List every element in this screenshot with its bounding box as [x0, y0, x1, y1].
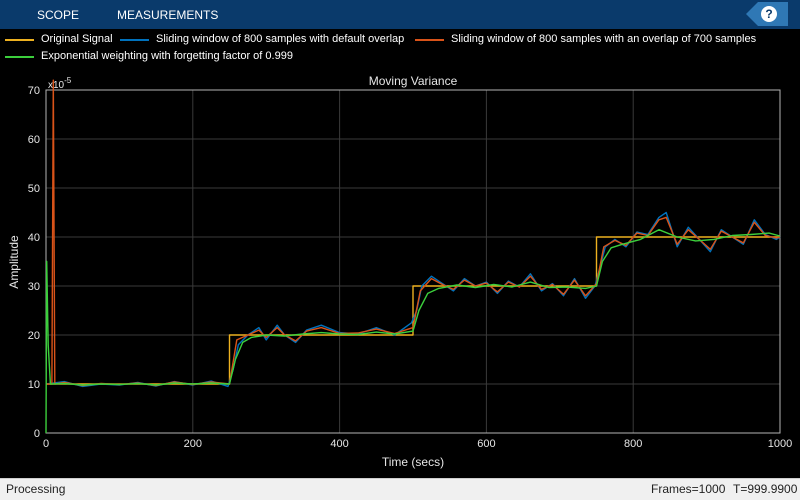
x-tick-label: 800 [624, 438, 642, 450]
exponent-label: x10-5 [48, 76, 72, 91]
plot-area[interactable]: Moving Variance x10-5 Time (secs) Amplit… [0, 67, 800, 477]
legend-label: Exponential weighting with forgetting fa… [41, 50, 293, 62]
legend-swatch [5, 56, 34, 58]
x-tick-label: 0 [43, 438, 49, 450]
y-tick-label: 0 [34, 428, 40, 440]
status-text: Processing [6, 482, 66, 496]
tab-measurements[interactable]: MEASUREMENTS [117, 0, 218, 29]
legend-label: Original Signal [41, 33, 113, 45]
x-axis-label: Time (secs) [382, 455, 444, 469]
toolstrip: SCOPE MEASUREMENTS ? [0, 0, 800, 29]
tab-scope[interactable]: SCOPE [37, 0, 79, 29]
y-tick-label: 70 [28, 85, 40, 97]
legend-swatch [120, 39, 149, 41]
x-tick-label: 200 [184, 438, 202, 450]
legend-label: Sliding window of 800 samples with an ov… [451, 33, 757, 45]
simulation-time: T=999.9900 [733, 482, 798, 496]
chart-title: Moving Variance [369, 74, 458, 88]
x-tick-label: 1000 [768, 438, 792, 450]
scope-window: SCOPE MEASUREMENTS ? Original Signal Sli… [0, 0, 800, 500]
y-tick-label: 20 [28, 330, 40, 342]
legend-label: Sliding window of 800 samples with defau… [156, 33, 405, 45]
frames-count: Frames=1000 [651, 482, 726, 496]
x-tick-label: 600 [477, 438, 495, 450]
y-tick-label: 50 [28, 183, 40, 195]
exponent-base: x10 [48, 80, 65, 91]
legend: Original Signal Sliding window of 800 sa… [0, 29, 800, 67]
axes-background [46, 90, 780, 433]
y-tick-label: 40 [28, 232, 40, 244]
x-tick-label: 400 [330, 438, 348, 450]
legend-swatch [5, 39, 34, 41]
help-icon[interactable]: ? [761, 6, 777, 22]
y-tick-label: 60 [28, 134, 40, 146]
legend-swatch [415, 39, 444, 41]
status-bar: Processing Frames=1000 T=999.9900 [0, 478, 800, 500]
y-axis-label: Amplitude [7, 235, 21, 289]
y-tick-label: 10 [28, 379, 40, 391]
exponent-power: -5 [64, 76, 72, 85]
y-tick-label: 30 [28, 281, 40, 293]
